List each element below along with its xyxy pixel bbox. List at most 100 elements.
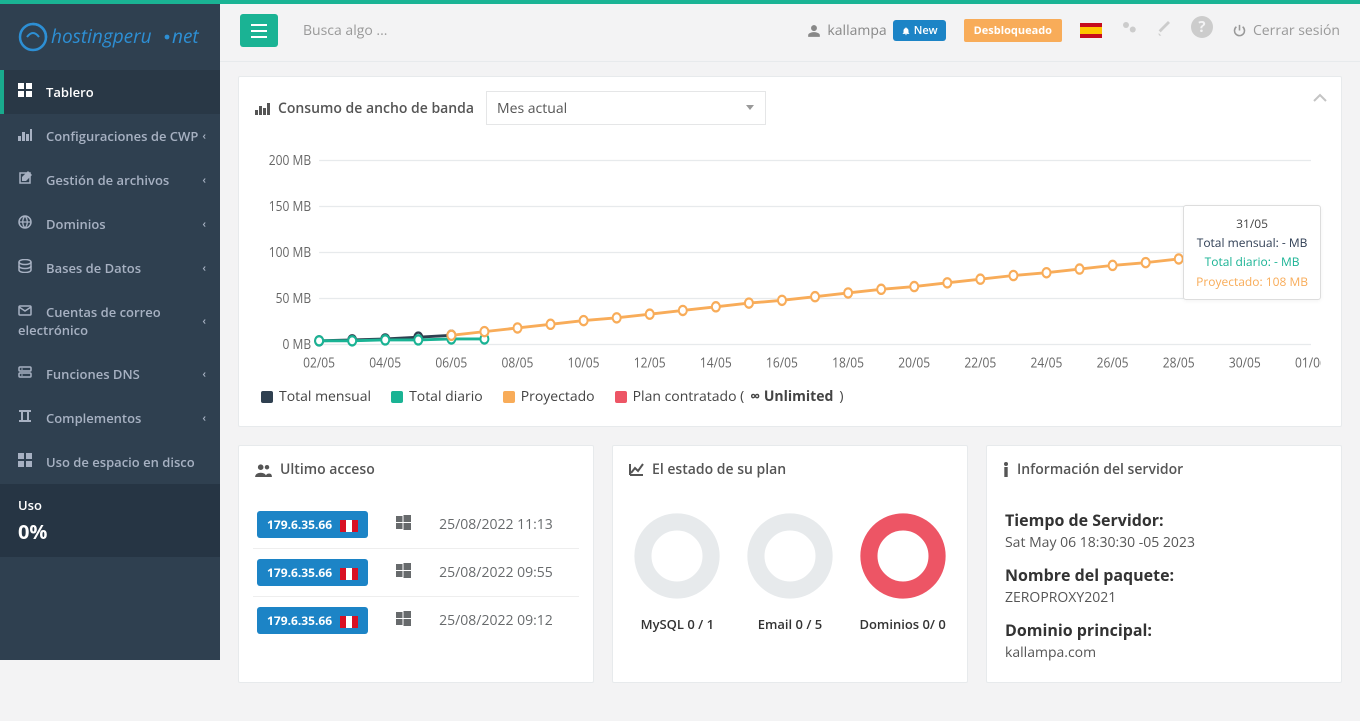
ip-pill[interactable]: 179.6.35.66: [257, 511, 368, 538]
menu-icon: [18, 409, 38, 427]
donut: Email 0 / 5: [745, 511, 835, 633]
menu-toggle-button[interactable]: [240, 14, 278, 47]
logout-button[interactable]: Cerrar sesión: [1232, 21, 1340, 40]
topbar: kallampa New Desbloqueado ? Cerrar sesió…: [220, 0, 1360, 62]
chevron-left-icon: ‹: [202, 314, 206, 329]
svg-text:24/05: 24/05: [1031, 353, 1063, 372]
sidebar-item-3[interactable]: Dominios‹: [0, 202, 220, 246]
period-select[interactable]: Mes actual: [486, 91, 766, 125]
plan-status-panel: El estado de su plan MySQL 0 / 1 Email 0…: [612, 445, 968, 683]
svg-text:20/05: 20/05: [898, 353, 930, 372]
sidebar-item-6[interactable]: Funciones DNS ‹: [0, 352, 220, 396]
menu-icon: [18, 127, 38, 145]
svg-text:100 MB: 100 MB: [269, 242, 311, 261]
access-time: 25/08/2022 09:12: [439, 611, 553, 630]
svg-text:50 MB: 50 MB: [276, 288, 311, 307]
sidebar-item-4[interactable]: Bases de Datos ‹: [0, 246, 220, 290]
new-badge[interactable]: New: [893, 20, 946, 41]
menu-label: Bases de Datos: [46, 259, 141, 277]
bandwidth-title: Consumo de ancho de banda: [255, 99, 474, 118]
svg-text:0 MB: 0 MB: [283, 334, 312, 353]
svg-text:14/05: 14/05: [700, 353, 732, 372]
info-value: ZEROPROXY2021: [1005, 588, 1323, 607]
menu-icon: [18, 453, 38, 471]
sidebar-item-5[interactable]: Cuentas de correo electrónico ‹: [0, 290, 220, 352]
sidebar-item-2[interactable]: Gestión de archivos‹: [0, 158, 220, 202]
ip-pill[interactable]: 179.6.35.66: [257, 607, 368, 634]
svg-text:net: net: [172, 23, 199, 49]
unblocked-badge[interactable]: Desbloqueado: [964, 19, 1062, 42]
donut: Dominios 0/ 0: [858, 511, 948, 633]
donut-label: MySQL 0 / 1: [632, 615, 722, 633]
collapse-icon[interactable]: [1313, 89, 1327, 107]
usage-pct: 0%: [18, 518, 202, 545]
sidebar-item-0[interactable]: Tablero: [0, 70, 220, 114]
server-info-panel: Información del servidor Tiempo de Servi…: [986, 445, 1342, 683]
sidebar-item-8[interactable]: Uso de espacio en disco: [0, 440, 220, 484]
help-icon[interactable]: ?: [1190, 14, 1214, 47]
menu-label: Tablero: [46, 83, 94, 101]
brush-icon[interactable]: [1156, 20, 1172, 42]
server-info-title: Información del servidor: [1003, 460, 1183, 479]
info-value: kallampa.com: [1005, 643, 1323, 662]
usage-block: Uso 0%: [0, 484, 220, 557]
menu-label: Uso de espacio en disco: [46, 453, 195, 471]
menu-label: Complementos: [46, 409, 141, 427]
svg-text:?: ?: [1198, 17, 1205, 37]
flag-pe-icon: [340, 519, 358, 531]
ip-pill[interactable]: 179.6.35.66: [257, 559, 368, 586]
info-value: Sat May 06 18:30:30 -05 2023: [1005, 533, 1323, 552]
chart-legend: Total mensual Total diario Proyectado Pl…: [259, 383, 1321, 408]
settings-icon[interactable]: [1120, 19, 1138, 42]
bar-chart-icon: [255, 102, 270, 115]
donut-label: Dominios 0/ 0: [858, 615, 948, 633]
user-block[interactable]: kallampa New: [807, 20, 945, 41]
svg-text:18/05: 18/05: [832, 353, 864, 372]
donut-label: Email 0 / 5: [745, 615, 835, 633]
search-input[interactable]: [303, 21, 553, 40]
sidebar-item-7[interactable]: Complementos ‹: [0, 396, 220, 440]
last-access-panel: Ultimo acceso 179.6.35.6625/08/2022 11:1…: [238, 445, 594, 683]
menu-label: Funciones DNS: [46, 365, 140, 383]
menu-label: Gestión de archivos: [46, 171, 169, 189]
svg-text:10/05: 10/05: [568, 353, 600, 372]
windows-icon: [396, 515, 411, 535]
access-row: 179.6.35.66 25/08/2022 09:55: [253, 548, 579, 596]
menu-icon: [18, 171, 38, 189]
access-row: 179.6.35.6625/08/2022 11:13: [253, 501, 579, 548]
plan-status-title: El estado de su plan: [629, 460, 786, 479]
chart-tooltip: 31/05 Total mensual: - MB Total diario: …: [1183, 205, 1321, 300]
svg-text:150 MB: 150 MB: [269, 196, 311, 215]
menu-icon: [18, 365, 38, 383]
svg-text:12/05: 12/05: [634, 353, 666, 372]
svg-text:01/06: 01/06: [1295, 353, 1321, 372]
power-icon: [1232, 23, 1247, 38]
usage-label: Uso: [18, 496, 202, 514]
logo: hostingperu net: [0, 0, 220, 70]
menu-icon: [18, 83, 38, 101]
sidebar-item-1[interactable]: Configuraciones de CWP‹: [0, 114, 220, 158]
svg-text:hostingperu: hostingperu: [51, 23, 152, 49]
users-icon: [255, 463, 272, 477]
svg-text:22/05: 22/05: [964, 353, 996, 372]
chevron-left-icon: ‹: [202, 367, 206, 382]
info-key: Dominio principal:: [1005, 619, 1323, 641]
donut: MySQL 0 / 1: [632, 511, 722, 633]
svg-text:02/05: 02/05: [303, 353, 335, 372]
menu-label: Cuentas de correo electrónico: [18, 303, 161, 339]
username: kallampa: [827, 21, 886, 40]
svg-text:04/05: 04/05: [369, 353, 401, 372]
bars-icon: [251, 24, 267, 38]
windows-icon: [396, 611, 411, 631]
svg-text:16/05: 16/05: [766, 353, 798, 372]
menu-icon: [18, 215, 38, 233]
chevron-left-icon: ‹: [202, 217, 206, 232]
chevron-left-icon: ‹: [202, 261, 206, 276]
user-icon: [807, 24, 821, 38]
chevron-left-icon: ‹: [202, 411, 206, 426]
language-flag-es[interactable]: [1080, 23, 1102, 38]
flag-pe-icon: [340, 615, 358, 627]
sidebar: hostingperu net Tablero Configuraciones d…: [0, 0, 220, 660]
access-time: 25/08/2022 09:55: [439, 563, 553, 582]
chevron-left-icon: ‹: [202, 129, 206, 144]
